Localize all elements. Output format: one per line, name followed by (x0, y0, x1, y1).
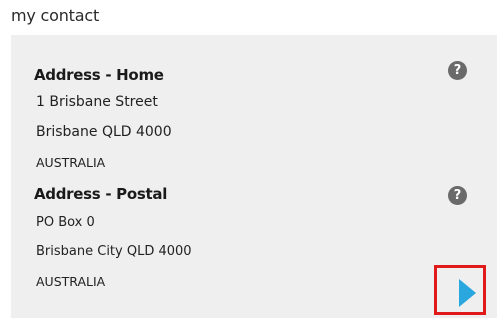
home-address-heading: Address - Home (34, 66, 164, 84)
next-button[interactable] (434, 265, 486, 315)
contact-card: Address - Home ? 1 Brisbane Street Brisb… (11, 35, 497, 318)
play-arrow-icon (459, 279, 476, 307)
postal-address-line2: Brisbane City QLD 4000 (36, 244, 192, 259)
postal-address-heading: Address - Postal (34, 185, 168, 203)
home-address-line1: 1 Brisbane Street (36, 94, 158, 110)
home-address-line2: Brisbane QLD 4000 (36, 124, 172, 140)
home-address-country: AUSTRALIA (36, 155, 106, 170)
postal-address-line1: PO Box 0 (36, 215, 95, 230)
postal-address-country: AUSTRALIA (36, 274, 106, 289)
home-address-help-icon[interactable]: ? (448, 61, 467, 80)
contact-page: my contact Address - Home ? 1 Brisbane S… (0, 0, 503, 329)
section-title: my contact (11, 6, 100, 25)
postal-address-help-icon[interactable]: ? (448, 186, 467, 205)
